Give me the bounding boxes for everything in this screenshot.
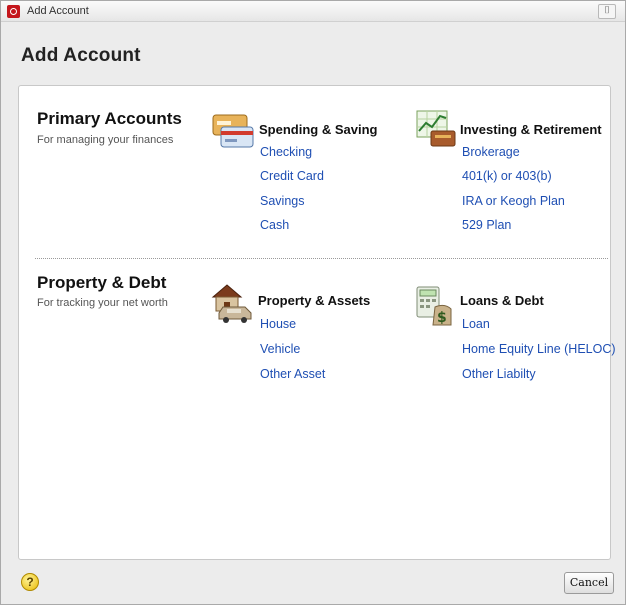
- link-heloc[interactable]: Home Equity Line (HELOC): [462, 342, 616, 356]
- link-401k-403b[interactable]: 401(k) or 403(b): [462, 169, 552, 183]
- quicken-app-icon: [7, 5, 20, 18]
- loans-debt-title: Loans & Debt: [460, 293, 544, 308]
- investing-retirement-title: Investing & Retirement: [460, 122, 602, 137]
- credit-card-icon: [212, 114, 254, 148]
- link-savings[interactable]: Savings: [260, 194, 304, 208]
- property-debt-subtitle: For tracking your net worth: [37, 297, 168, 309]
- account-types-panel: [18, 85, 611, 560]
- link-vehicle[interactable]: Vehicle: [260, 342, 300, 356]
- page-title: Add Account: [21, 45, 141, 66]
- close-icon: ⌷: [604, 5, 610, 16]
- link-529-plan[interactable]: 529 Plan: [462, 218, 511, 232]
- primary-accounts-title: Primary Accounts: [37, 109, 182, 128]
- property-debt-title: Property & Debt: [37, 273, 167, 292]
- link-house[interactable]: House: [260, 317, 296, 331]
- link-checking[interactable]: Checking: [260, 145, 312, 159]
- link-credit-card[interactable]: Credit Card: [260, 169, 324, 183]
- calculator-money-icon: $: [416, 286, 452, 326]
- window-title: Add Account: [27, 5, 89, 17]
- help-icon[interactable]: ?: [21, 573, 39, 591]
- add-account-window: Add Account ⌷ Add Account Primary Accoun…: [0, 0, 626, 605]
- close-button[interactable]: ⌷: [598, 4, 616, 19]
- spending-saving-title: Spending & Saving: [259, 122, 378, 137]
- investment-chart-icon: [416, 110, 456, 147]
- cancel-button[interactable]: Cancel: [564, 572, 614, 594]
- link-brokerage[interactable]: Brokerage: [462, 145, 520, 159]
- link-loan[interactable]: Loan: [462, 317, 490, 331]
- link-other-asset[interactable]: Other Asset: [260, 367, 325, 381]
- link-other-liability[interactable]: Other Liabilty: [462, 367, 536, 381]
- section-divider: [35, 258, 608, 259]
- primary-accounts-subtitle: For managing your finances: [37, 134, 174, 146]
- link-ira-keogh[interactable]: IRA or Keogh Plan: [462, 194, 565, 208]
- link-cash[interactable]: Cash: [260, 218, 289, 232]
- svg-text:$: $: [437, 310, 447, 326]
- title-bar: Add Account ⌷: [1, 1, 625, 22]
- house-car-icon: [211, 284, 252, 323]
- property-assets-title: Property & Assets: [258, 293, 371, 308]
